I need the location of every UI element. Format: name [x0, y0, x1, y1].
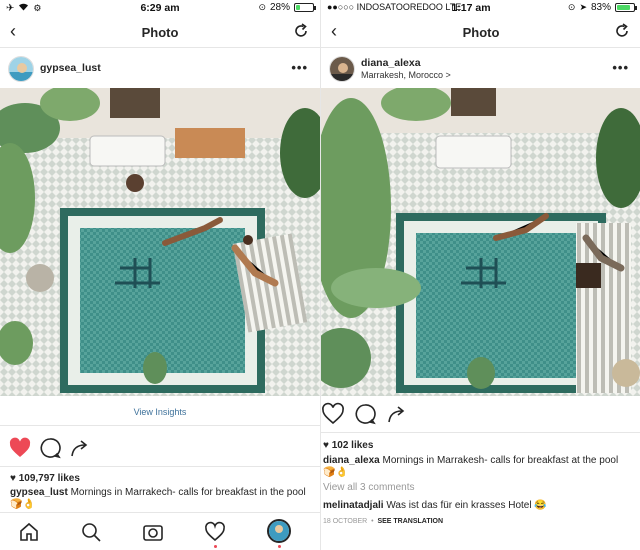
refresh-icon[interactable]: [613, 22, 631, 40]
battery-percent: 83%: [590, 2, 611, 13]
more-icon[interactable]: •••: [291, 60, 308, 75]
share-icon[interactable]: [385, 402, 409, 426]
camera-icon[interactable]: [142, 521, 164, 543]
comment: melinatadjali Was ist das für ein krasse…: [323, 500, 623, 512]
divider: [0, 466, 320, 467]
post-photo[interactable]: [0, 88, 320, 396]
more-icon[interactable]: •••: [612, 60, 629, 75]
status-bar: ●●○○○ INDOSATOOREDOO LTE 1:17 am ⊙ ➤ 83%: [321, 0, 640, 16]
view-insights-link[interactable]: View Insights: [0, 407, 320, 417]
post-actions: [0, 436, 320, 464]
battery-icon: [615, 3, 637, 12]
heart-icon[interactable]: [8, 436, 32, 460]
post-date: 18 OCTOBER: [323, 518, 368, 525]
profile-icon[interactable]: [267, 519, 291, 543]
comment-icon[interactable]: [38, 436, 62, 460]
likes-count: ♥ 102 likes: [323, 440, 374, 451]
activity-dot: [214, 545, 217, 548]
caption: diana_alexa Mornings in Marrakesh- calls…: [323, 455, 623, 479]
post-header: gypsea_lust •••: [0, 50, 320, 88]
heart-icon[interactable]: [321, 402, 345, 426]
orientation-lock-icon: ⊙: [567, 2, 576, 12]
page-title: Photo: [141, 25, 179, 40]
post-meta: 18 OCTOBER • SEE TRANSLATION: [323, 518, 444, 525]
post-actions: [321, 402, 640, 430]
likes-text: 109,797 likes: [18, 473, 80, 484]
left-screenshot: ✈ ⚙ 6:29 am ⊙ 28% ‹ Photo gypsea_lust ••…: [0, 0, 320, 550]
nav-bar: ‹ Photo: [321, 16, 640, 48]
location-arrow-icon: ➤: [579, 2, 587, 12]
nav-bar: ‹ Photo: [0, 16, 320, 48]
avatar[interactable]: [329, 56, 355, 82]
likes-count: ♥ 109,797 likes: [10, 473, 80, 484]
home-icon[interactable]: [18, 521, 40, 543]
status-right: ⊙ 28%: [258, 2, 316, 13]
comment-icon[interactable]: [353, 402, 377, 426]
see-translation-link[interactable]: SEE TRANSLATION: [377, 518, 443, 525]
post-header: diana_alexa Marrakesh, Morocco > •••: [321, 50, 640, 88]
caption: gypsea_lust Mornings in Marrakech- calls…: [10, 487, 310, 511]
profile-dot: [278, 545, 281, 548]
avatar[interactable]: [8, 56, 34, 82]
search-icon[interactable]: [80, 521, 102, 543]
post-location[interactable]: Marrakesh, Morocco >: [361, 70, 451, 80]
post-photo[interactable]: [321, 88, 640, 396]
right-screenshot: ●●○○○ INDOSATOOREDOO LTE 1:17 am ⊙ ➤ 83%…: [320, 0, 640, 550]
caption-username[interactable]: gypsea_lust: [10, 487, 68, 498]
page-title: Photo: [462, 25, 500, 40]
share-icon[interactable]: [68, 436, 92, 460]
refresh-icon[interactable]: [292, 22, 310, 40]
orientation-lock-icon: ⊙: [258, 2, 266, 12]
comment-text: Was ist das für ein krasses Hotel 😂: [386, 500, 547, 511]
battery-icon: [294, 3, 316, 12]
post-username[interactable]: gypsea_lust: [40, 62, 101, 74]
likes-text: 102 likes: [331, 440, 374, 451]
view-comments-link[interactable]: View all 3 comments: [323, 482, 623, 494]
divider: [321, 432, 640, 433]
comment-username[interactable]: melinatadjali: [323, 500, 384, 511]
battery-percent: 28%: [269, 2, 290, 13]
caption-username[interactable]: diana_alexa: [323, 455, 380, 466]
tab-bar: [0, 512, 320, 550]
divider: [0, 425, 320, 426]
status-right: ⊙ ➤ 83%: [567, 2, 637, 13]
post-username[interactable]: diana_alexa: [361, 57, 421, 69]
activity-icon[interactable]: [204, 521, 226, 543]
status-bar: ✈ ⚙ 6:29 am ⊙ 28%: [0, 0, 320, 16]
status-time: 1:17 am: [451, 2, 491, 14]
